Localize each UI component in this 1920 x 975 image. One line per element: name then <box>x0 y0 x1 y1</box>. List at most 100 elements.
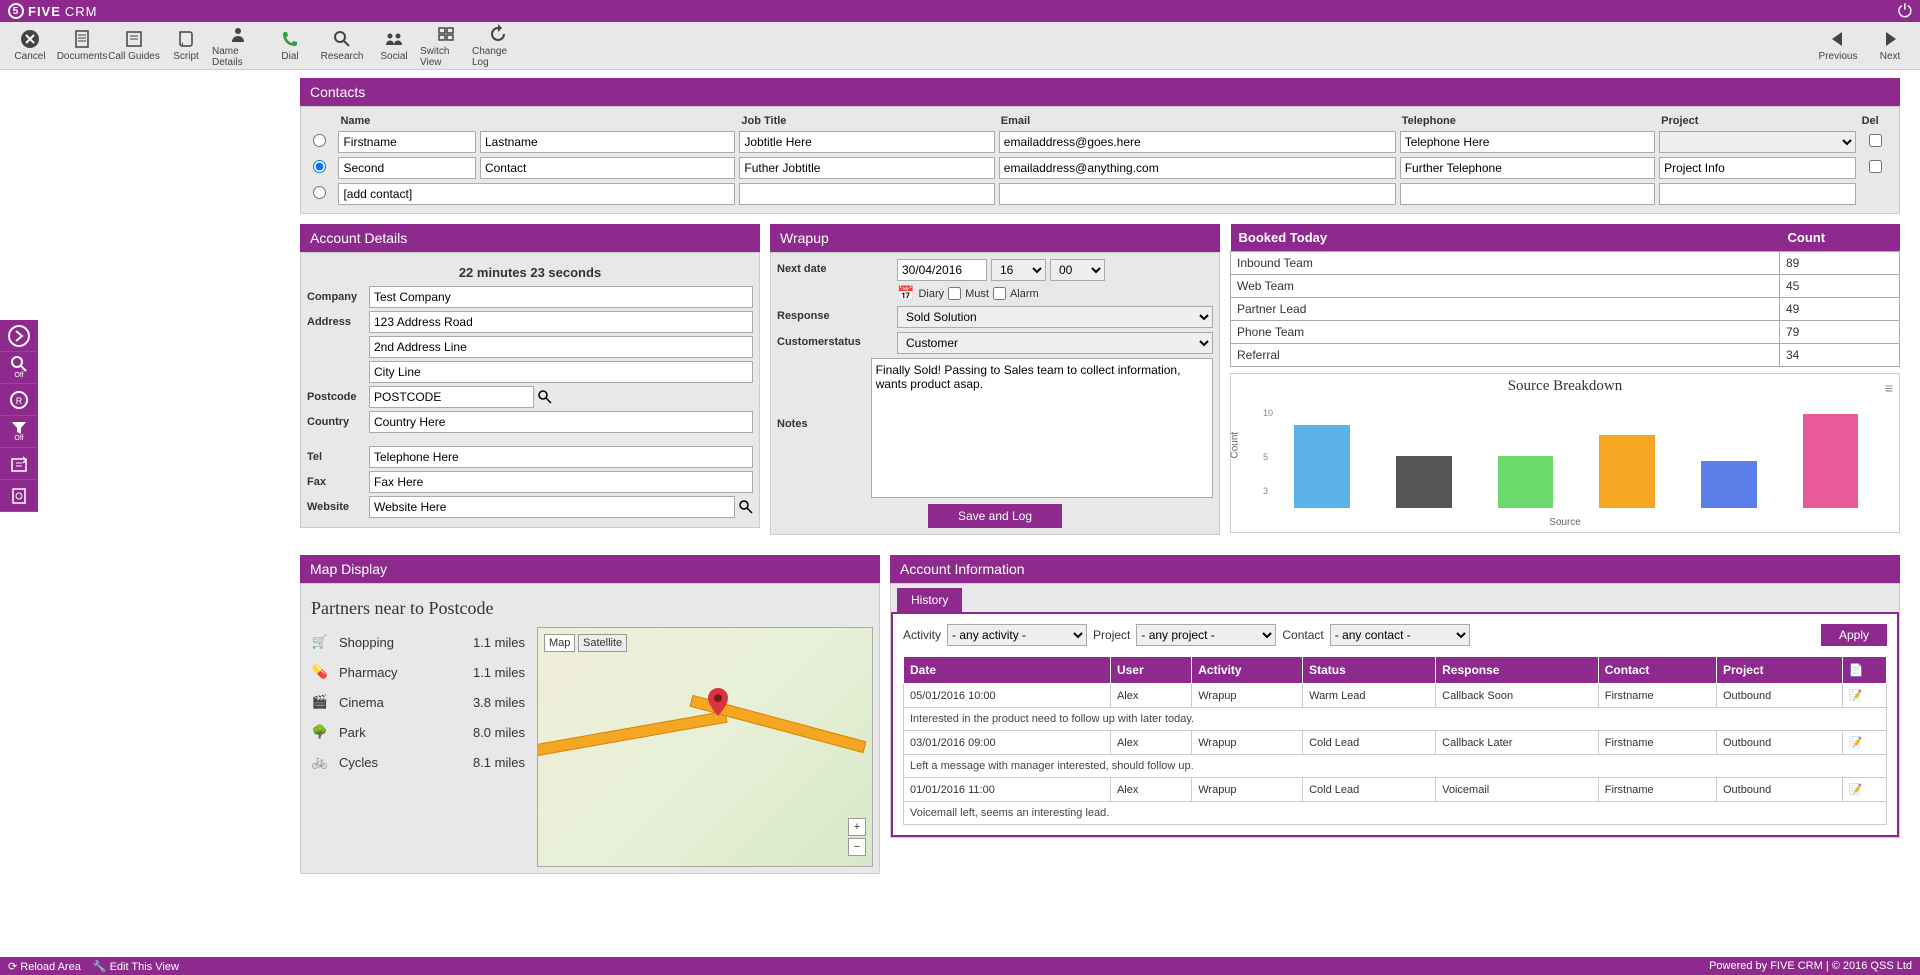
previous-button[interactable]: Previous <box>1812 22 1864 70</box>
contacts-panel: Contacts Name Job Title Email Telephone … <box>300 78 1900 214</box>
address2-input[interactable] <box>369 336 753 358</box>
tel-input[interactable] <box>369 446 753 468</box>
contact-del-checkbox[interactable] <box>1869 134 1882 147</box>
map-pin-icon <box>708 688 728 716</box>
add-contact-input[interactable] <box>338 183 735 205</box>
power-icon[interactable]: ⏻ <box>1898 1 1912 22</box>
poi-cycles: 🚲Cycles8.1 miles <box>307 747 527 777</box>
documents-button[interactable]: Documents <box>56 22 108 70</box>
switch-view-button[interactable]: Switch View <box>420 22 472 70</box>
cancel-button[interactable]: Cancel <box>4 22 56 70</box>
brand: 5 FIVECRM <box>8 3 98 19</box>
map-type-map[interactable]: Map <box>544 634 575 652</box>
contact-email-input[interactable] <box>999 157 1396 179</box>
poi-shopping: 🛒Shopping1.1 miles <box>307 627 527 657</box>
research-button[interactable]: Research <box>316 22 368 70</box>
contact-radio[interactable] <box>313 160 326 173</box>
contacts-table: Name Job Title Email Telephone Project D… <box>307 113 1893 207</box>
rail-filter-icon[interactable]: Off <box>0 416 38 448</box>
call-guides-button[interactable]: Call Guides <box>108 22 160 70</box>
project-filter[interactable]: - any project - <box>1136 624 1276 646</box>
contact-tel-input[interactable] <box>1400 131 1655 153</box>
alarm-checkbox[interactable] <box>993 287 1006 300</box>
contact-filter[interactable]: - any contact - <box>1330 624 1470 646</box>
contact-first-input[interactable] <box>338 157 476 179</box>
contact-first-input[interactable] <box>338 131 476 153</box>
country-input[interactable] <box>369 411 753 433</box>
company-input[interactable] <box>369 286 753 308</box>
contact-del-checkbox[interactable] <box>1869 160 1882 173</box>
edit-column-icon[interactable]: 📄 <box>1842 657 1886 684</box>
history-row: 03/01/2016 09:00AlexWrapupCold LeadCallb… <box>904 731 1887 755</box>
contact-radio[interactable] <box>313 186 326 199</box>
contact-project-select[interactable] <box>1659 131 1855 153</box>
poi-cinema: 🎬Cinema3.8 miles <box>307 687 527 717</box>
rail-export-icon[interactable] <box>0 448 38 480</box>
chart-menu-icon[interactable]: ≡ <box>1885 380 1893 396</box>
footer-credits: Powered by FIVE CRM | © 2016 QSS Ltd <box>1709 960 1912 972</box>
script-button[interactable]: Script <box>160 22 212 70</box>
fax-input[interactable] <box>369 471 753 493</box>
website-search-icon[interactable] <box>739 500 753 514</box>
postcode-search-icon[interactable] <box>538 390 552 404</box>
toolbar: Cancel Documents Call Guides Script Name… <box>0 22 1920 70</box>
dial-button[interactable]: Dial <box>264 22 316 70</box>
contact-email-input[interactable] <box>999 131 1396 153</box>
must-checkbox[interactable] <box>948 287 961 300</box>
history-tab[interactable]: History <box>897 588 962 612</box>
reload-area-link[interactable]: ⟳ Reload Area <box>8 960 81 973</box>
next-date-input[interactable] <box>897 259 987 281</box>
contact-project-input[interactable] <box>1659 157 1855 179</box>
edit-view-link[interactable]: 🔧 Edit This View <box>93 960 179 973</box>
map-type-satellite[interactable]: Satellite <box>578 634 627 652</box>
chart-bar <box>1701 461 1757 508</box>
map-canvas[interactable]: Map Satellite + − <box>537 627 873 867</box>
chart-bar <box>1599 435 1655 508</box>
contact-job-input[interactable] <box>739 131 994 153</box>
rail-forward-icon[interactable] <box>0 320 38 352</box>
rail-report-icon[interactable] <box>0 480 38 512</box>
map-zoom-out[interactable]: − <box>848 838 866 856</box>
contact-tel-input[interactable] <box>1400 157 1655 179</box>
edit-row-icon[interactable]: 📝 <box>1842 778 1886 802</box>
contact-last-input[interactable] <box>480 131 735 153</box>
contact-radio[interactable] <box>313 134 326 147</box>
status-select[interactable]: Customer <box>897 332 1213 354</box>
edit-row-icon[interactable]: 📝 <box>1842 731 1886 755</box>
source-chart: Source Breakdown ≡ Count 10 5 3 Source <box>1230 373 1900 533</box>
address3-input[interactable] <box>369 361 753 383</box>
activity-filter[interactable]: - any activity - <box>947 624 1087 646</box>
response-select[interactable]: Sold Solution <box>897 306 1213 328</box>
rail-refresh-icon[interactable]: R <box>0 384 38 416</box>
notes-textarea[interactable]: Finally Sold! Passing to Sales team to c… <box>871 358 1213 498</box>
hour-select[interactable]: 16 <box>991 259 1046 281</box>
postcode-input[interactable] <box>369 386 534 408</box>
apply-button[interactable]: Apply <box>1821 624 1887 646</box>
edit-row-icon[interactable]: 📝 <box>1842 684 1886 708</box>
cycles-icon: 🚲 <box>309 751 331 773</box>
contacts-title: Contacts <box>300 78 1900 106</box>
name-details-button[interactable]: Name Details <box>212 22 264 70</box>
map-zoom-in[interactable]: + <box>848 818 866 836</box>
call-timer: 22 minutes 23 seconds <box>307 259 753 286</box>
rail-search-icon[interactable]: Off <box>0 352 38 384</box>
map-subtitle: Partners near to Postcode <box>307 590 873 627</box>
social-button[interactable]: Social <box>368 22 420 70</box>
person-icon <box>228 24 248 44</box>
poi-pharmacy: 💊Pharmacy1.1 miles <box>307 657 527 687</box>
minute-select[interactable]: 00 <box>1050 259 1105 281</box>
save-log-button[interactable]: Save and Log <box>928 504 1062 528</box>
contact-last-input[interactable] <box>480 157 735 179</box>
contact-job-input[interactable] <box>739 157 994 179</box>
chart-bar <box>1294 425 1350 508</box>
chart-bar <box>1396 456 1452 508</box>
calendar-icon[interactable]: 📅 <box>897 285 914 302</box>
change-log-button[interactable]: Change Log <box>472 22 524 70</box>
phone-icon <box>280 29 300 49</box>
switch-view-icon <box>436 24 456 44</box>
website-input[interactable] <box>369 496 735 518</box>
change-log-icon <box>488 24 508 44</box>
pharmacy-icon: 💊 <box>309 661 331 683</box>
next-button[interactable]: Next <box>1864 22 1916 70</box>
address1-input[interactable] <box>369 311 753 333</box>
